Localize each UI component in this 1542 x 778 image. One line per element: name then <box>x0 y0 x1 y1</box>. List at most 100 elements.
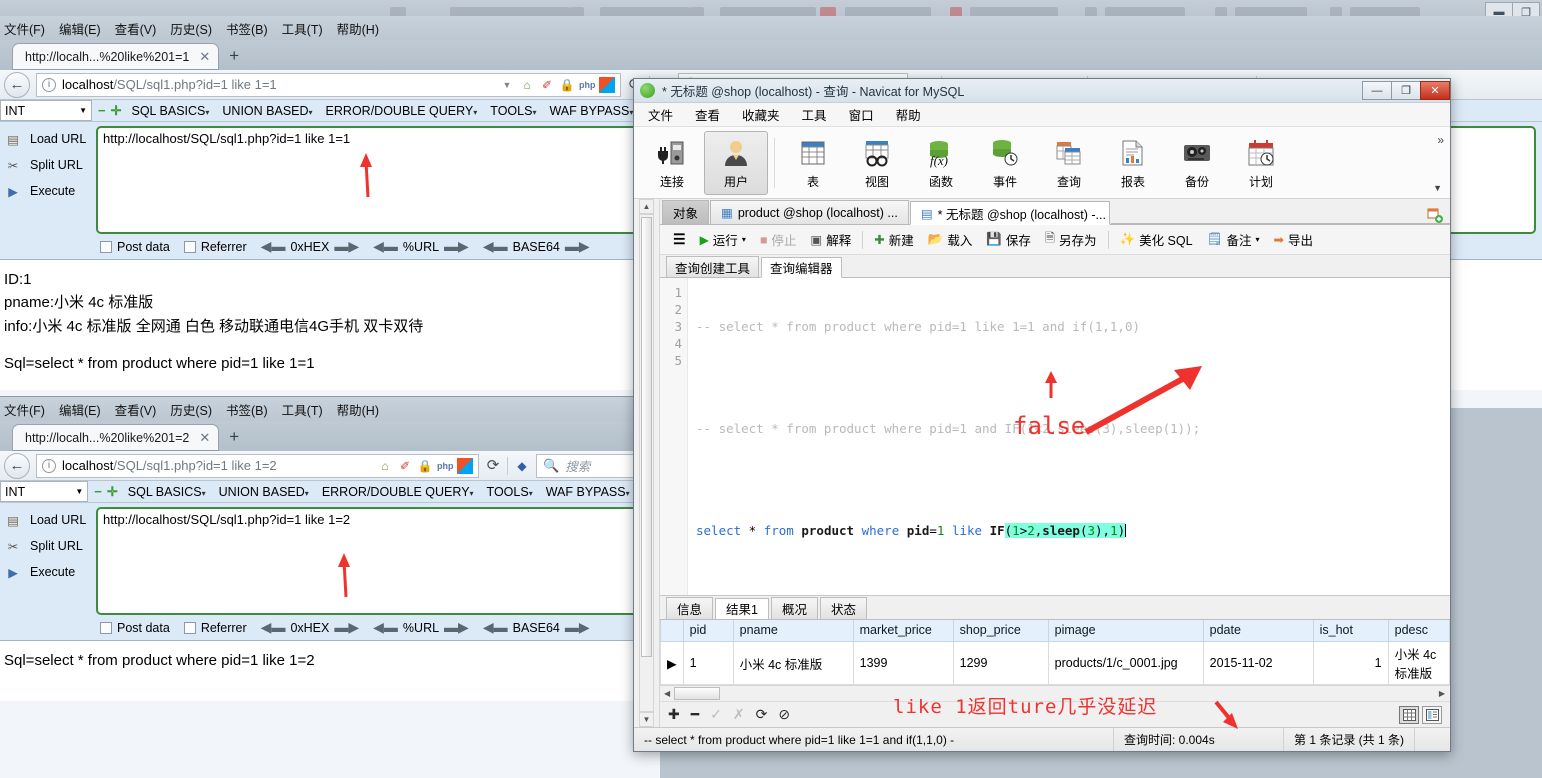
pen-icon[interactable]: ✐ <box>397 458 413 474</box>
hackbar-menu-error-query[interactable]: ERROR/DOUBLE QUERY▾ <box>322 485 474 499</box>
menu-help[interactable]: 帮助 <box>896 105 921 124</box>
post-data-checkbox[interactable]: Post data <box>100 621 170 635</box>
tab-query-untitled[interactable]: ▤ * 无标题 @shop (localhost) -... <box>909 201 1110 225</box>
result-tab-result1[interactable]: 结果1 <box>715 597 769 620</box>
plus-icon[interactable]: ✛ <box>111 103 122 119</box>
result-tab-status[interactable]: 状态 <box>819 596 867 619</box>
chevron-down-icon[interactable]: ▾ <box>1255 235 1259 244</box>
pocket-icon[interactable]: ◆ <box>514 458 530 474</box>
menu-edit[interactable]: 编辑(E) <box>59 19 101 38</box>
menu-view[interactable]: 查看(V) <box>115 400 157 419</box>
toolbar-connection-button[interactable]: 连接 <box>640 131 704 195</box>
menu-tools[interactable]: 工具(T) <box>282 400 323 419</box>
col-pname[interactable]: pname <box>732 619 854 642</box>
hackbar2-menu[interactable]: SQL BASICS▾ UNION BASED▾ ERROR/DOUBLE QU… <box>118 485 660 499</box>
hackbar-menu-sql-basics[interactable]: SQL BASICS▾ <box>128 485 206 499</box>
hackbar-menu-waf-bypass[interactable]: WAF BYPASS▾ <box>546 485 630 499</box>
menu-help[interactable]: 帮助(H) <box>337 400 379 419</box>
vertical-scrollbar[interactable] <box>639 214 654 712</box>
hackbar-menu-union-based[interactable]: UNION BASED▾ <box>222 104 312 118</box>
cancel-change-button[interactable]: ✗ <box>733 706 745 723</box>
lock-icon[interactable]: 🔒 <box>417 458 433 474</box>
back-button[interactable]: ← <box>4 71 30 98</box>
sql-editor[interactable]: 1 2 3 4 5 -- select * from product where… <box>660 278 1450 595</box>
hscroll-thumb[interactable] <box>674 687 721 700</box>
minus-icon[interactable]: − <box>98 103 106 118</box>
cell-market-price[interactable]: 1399 <box>852 641 954 685</box>
minimize-button[interactable]: — <box>1362 81 1392 100</box>
form-view-button[interactable] <box>1422 705 1442 724</box>
menu-tools[interactable]: 工具 <box>802 105 827 124</box>
address-bar[interactable]: i localhost/SQL/sql1.php?id=1 like 1=2 ⌂… <box>36 453 479 478</box>
scroll-right-button[interactable]: ▶ <box>1439 689 1445 698</box>
maximize-button[interactable]: ❐ <box>1391 81 1421 100</box>
hackbar-menu-sql-basics[interactable]: SQL BASICS▾ <box>132 104 210 118</box>
chevron-down-icon[interactable]: ▼ <box>1433 183 1442 193</box>
toolbar-query-button[interactable]: 查询 <box>1037 131 1101 195</box>
plus-icon[interactable]: ✛ <box>107 484 118 500</box>
toolbar-table-button[interactable]: 表 <box>781 131 845 195</box>
menu-bookmarks[interactable]: 书签(B) <box>226 19 268 38</box>
toolbar-overflow-icon[interactable]: » <box>1437 133 1444 147</box>
split-url-button[interactable]: ✂ Split URL <box>0 156 96 174</box>
toolbar-schedule-button[interactable]: 计划 <box>1229 131 1293 195</box>
apply-change-button[interactable]: ✓ <box>710 706 722 723</box>
menu-file[interactable]: 文件(F) <box>4 400 45 419</box>
toolbar-backup-button[interactable]: 备份 <box>1165 131 1229 195</box>
menu-favorites[interactable]: 收藏夹 <box>742 105 780 124</box>
execute-button[interactable]: ▶ Execute <box>0 563 96 581</box>
cell-pdesc[interactable]: 小米 4c 标准版 <box>1387 641 1451 685</box>
new-tab-button[interactable]: + <box>229 46 239 66</box>
sql-code-area[interactable]: -- select * from product where pid=1 lik… <box>688 278 1450 595</box>
referrer-checkbox[interactable]: Referrer <box>183 621 247 635</box>
toolbar-event-button[interactable]: 事件 <box>973 131 1037 195</box>
menu-window[interactable]: 窗口 <box>849 105 874 124</box>
save-as-button[interactable]: 🗎 另存为 <box>1038 228 1104 252</box>
execute-button[interactable]: ▶ Execute <box>0 182 96 200</box>
stop-button[interactable]: ■ 停止 <box>753 228 804 252</box>
subtab-query-builder[interactable]: 查询创建工具 <box>666 256 760 277</box>
windows-icon[interactable] <box>457 457 473 474</box>
address-bar[interactable]: i localhost/SQL/sql1.php?id=1 like 1=1 ▼… <box>36 72 621 97</box>
result-tab-info[interactable]: 信息 <box>666 596 714 619</box>
stop-button[interactable]: ⊘ <box>778 706 790 723</box>
menu-edit[interactable]: 编辑(E) <box>59 400 101 419</box>
grid-view-button[interactable] <box>1399 705 1419 724</box>
navicat-window-controls[interactable]: — ❐ ✕ <box>1362 81 1450 100</box>
note-button[interactable]: 🗒 备注 ▾ <box>1200 228 1267 252</box>
cell-pimage[interactable]: products/1/c_0001.jpg <box>1047 641 1204 685</box>
windows-icon[interactable] <box>599 76 615 93</box>
chevron-down-icon[interactable]: ▾ <box>742 235 746 244</box>
col-pdate[interactable]: pdate <box>1202 619 1314 642</box>
referrer-checkbox[interactable]: Referrer <box>183 240 247 254</box>
menu-view[interactable]: 查看 <box>695 105 720 124</box>
beautify-sql-button[interactable]: ✨ 美化 SQL <box>1113 228 1200 252</box>
table-row[interactable]: ▶ 1 小米 4c 标准版 1399 1299 products/1/c_000… <box>660 641 1451 685</box>
hackbar-menu-error-query[interactable]: ERROR/DOUBLE QUERY▾ <box>326 104 478 118</box>
menu-help[interactable]: 帮助(H) <box>337 19 379 38</box>
scroll-up-button[interactable]: ▲ <box>639 199 654 214</box>
close-icon[interactable]: ✕ <box>199 49 210 65</box>
home-icon[interactable]: ⌂ <box>519 77 535 93</box>
new-tab-button[interactable]: + <box>229 427 239 447</box>
url-encode-button[interactable]: ◀▬ %URL ▬▶ <box>373 238 469 255</box>
base64-encode-button[interactable]: ◀▬ BASE64 ▬▶ <box>483 238 590 255</box>
cell-pid[interactable]: 1 <box>682 641 734 685</box>
post-data-checkbox[interactable]: Post data <box>100 240 170 254</box>
hex-encode-button[interactable]: ◀▬ 0xHEX ▬▶ <box>261 238 359 255</box>
toolbar-user-button[interactable]: 用户 <box>704 130 768 195</box>
lock-icon[interactable]: 🔒 <box>559 77 575 93</box>
refresh-button[interactable]: ⟳ <box>756 706 768 723</box>
grid-horizontal-scrollbar[interactable]: ◀ ▶ <box>660 685 1450 701</box>
menu-view[interactable]: 查看(V) <box>115 19 157 38</box>
hackbar-menu-union-based[interactable]: UNION BASED▾ <box>219 485 309 499</box>
save-query-button[interactable]: 💾 保存 <box>979 228 1038 252</box>
hackbar-addremove[interactable]: − ✛ <box>92 103 122 119</box>
php-icon[interactable]: php <box>437 458 454 474</box>
toolbar-report-button[interactable]: 报表 <box>1101 131 1165 195</box>
add-tab-button[interactable] <box>1420 207 1450 224</box>
hex-encode-button[interactable]: ◀▬ 0xHEX ▬▶ <box>261 619 359 636</box>
col-is-hot[interactable]: is_hot <box>1312 619 1389 642</box>
menu-history[interactable]: 历史(S) <box>170 19 212 38</box>
add-record-button[interactable]: ✚ <box>668 706 680 723</box>
